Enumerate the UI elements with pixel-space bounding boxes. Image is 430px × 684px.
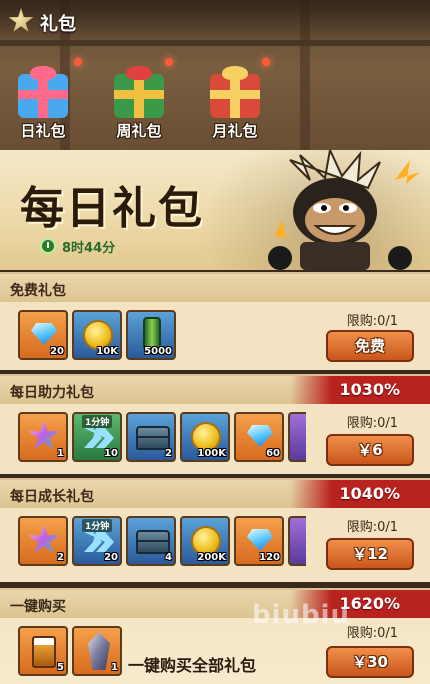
- red-gift-box-icon: [210, 74, 260, 118]
- reward-item[interactable]: 2: [126, 412, 176, 462]
- buy-all-button[interactable]: ￥30: [326, 646, 414, 678]
- daily-gift-banner: 每日礼包 8时44分: [0, 150, 430, 270]
- beer-icon: [32, 636, 56, 668]
- reward-item[interactable]: 1分钟 20: [72, 516, 122, 566]
- reward-item[interactable]: 1: [72, 626, 122, 676]
- tab-daily-gift[interactable]: 日礼包: [0, 66, 86, 146]
- tab-label: 月礼包: [212, 122, 258, 140]
- page-title: 礼包: [40, 14, 76, 35]
- diamond-icon: [31, 323, 57, 345]
- blue-gift-box-icon: [18, 74, 68, 118]
- gift-star-icon: [8, 8, 34, 32]
- purchase-limit: 限购:0/1: [346, 626, 398, 641]
- pack-name: 每日成长礼包: [10, 489, 94, 505]
- mascot-character-icon: [268, 150, 420, 270]
- value-percent: 1030%: [339, 380, 400, 399]
- diamond-icon: [247, 425, 273, 447]
- buy-button[interactable]: ￥6: [326, 434, 414, 466]
- pack-name: 免费礼包: [10, 283, 66, 299]
- clock-icon: [40, 238, 56, 254]
- banner-title: 每日礼包: [20, 183, 204, 234]
- reward-item[interactable]: 4: [126, 516, 176, 566]
- pack-one-key-buy: 一键购买 1620% 5 1 一键购买全部礼包 限购:0/1 ￥30: [0, 588, 430, 684]
- tab-label: 日礼包: [20, 122, 66, 140]
- star-crystal-icon: [28, 524, 60, 554]
- reward-item[interactable]: 5: [18, 626, 68, 676]
- reward-item[interactable]: 120: [234, 516, 284, 566]
- reward-item[interactable]: 5000: [126, 310, 176, 360]
- purchase-limit: 限购:0/1: [346, 314, 398, 329]
- reward-item[interactable]: 200K: [180, 516, 230, 566]
- reward-item-partial[interactable]: [288, 412, 306, 462]
- value-percent: 1040%: [339, 484, 400, 503]
- tab-monthly-gift[interactable]: 月礼包: [192, 66, 278, 146]
- pack-name: 一键购买: [10, 599, 66, 615]
- reward-item[interactable]: 1: [18, 412, 68, 462]
- pack-free: 免费礼包 20 10K 5000 限购:0/1 免费: [0, 272, 430, 370]
- reward-item[interactable]: 60: [234, 412, 284, 462]
- reward-item[interactable]: 2: [18, 516, 68, 566]
- purchase-limit: 限购:0/1: [346, 416, 398, 431]
- green-gift-box-icon: [114, 74, 164, 118]
- speedup-icon: [84, 532, 114, 552]
- tab-weekly-gift[interactable]: 周礼包: [96, 66, 182, 146]
- reward-item-partial[interactable]: [288, 516, 306, 566]
- reward-item[interactable]: 20: [18, 310, 68, 360]
- watermark: biubiu: [252, 600, 351, 630]
- buy-button[interactable]: ￥12: [326, 538, 414, 570]
- pack-name: 每日助力礼包: [10, 385, 94, 401]
- countdown-timer: 8时44分: [62, 241, 116, 256]
- purchase-limit: 限购:0/1: [346, 520, 398, 535]
- claim-free-button[interactable]: 免费: [326, 330, 414, 362]
- reward-item[interactable]: 10K: [72, 310, 122, 360]
- diamond-icon: [247, 529, 273, 551]
- reward-item[interactable]: 100K: [180, 412, 230, 462]
- chest-icon: [136, 530, 170, 554]
- tab-label: 周礼包: [116, 122, 162, 140]
- speedup-icon: [84, 428, 114, 448]
- crystal-icon: [88, 632, 110, 670]
- pack-daily-growth: 每日成长礼包 1040% 2 1分钟 20 4 200K 120 限购:0/1 …: [0, 478, 430, 582]
- reward-item[interactable]: 1分钟 10: [72, 412, 122, 462]
- pack-daily-assist: 每日助力礼包 1030% 1 1分钟 10 2 100K 60 限购:0/1 ￥…: [0, 374, 430, 474]
- star-crystal-icon: [28, 420, 60, 450]
- top-bar: 礼包: [0, 0, 430, 44]
- chest-icon: [136, 426, 170, 450]
- pack-description: 一键购买全部礼包: [128, 656, 257, 675]
